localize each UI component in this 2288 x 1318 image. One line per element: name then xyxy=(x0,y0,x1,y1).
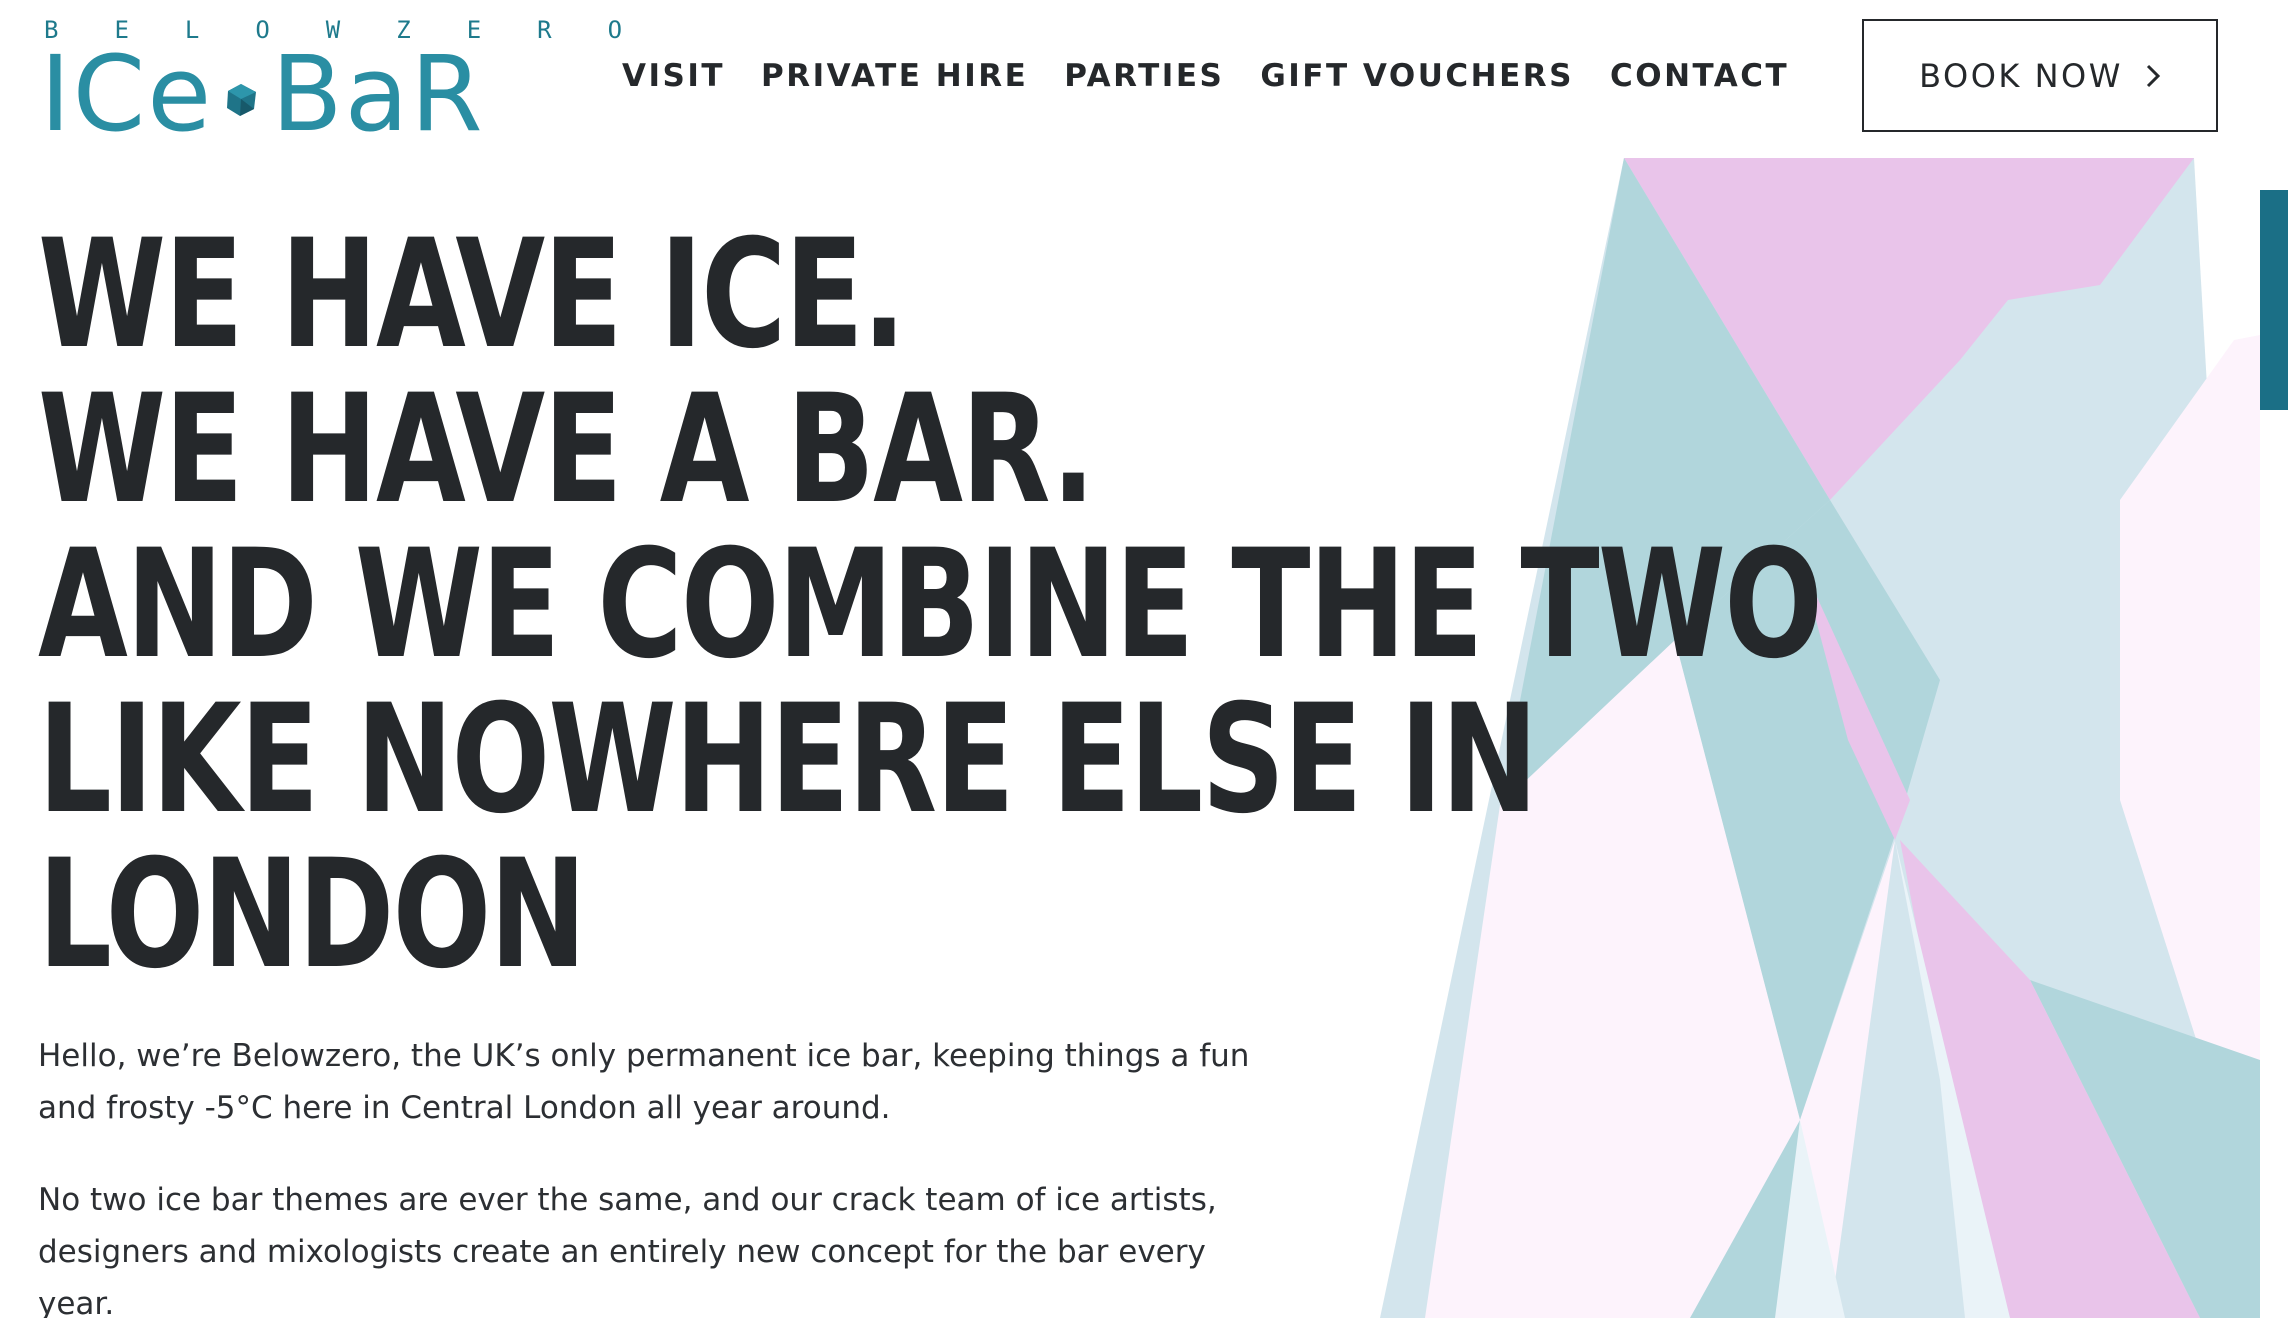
headline-line: WE HAVE A BAR. xyxy=(38,363,1095,537)
headline-line: LONDON xyxy=(38,828,587,1002)
nav-visit[interactable]: VISIT xyxy=(622,56,725,96)
logo-wordmark: ICe BaR xyxy=(40,42,485,146)
chevron-right-icon xyxy=(2146,64,2160,87)
nav-private-hire[interactable]: PRIVATE HIRE xyxy=(761,56,1028,96)
headline-line: LIKE NOWHERE ELSE IN xyxy=(38,673,1538,847)
book-now-button[interactable]: BOOK NOW xyxy=(1862,19,2218,132)
intro-paragraph: No two ice bar themes are ever the same,… xyxy=(38,1182,1217,1318)
headline-line: AND WE COMBINE THE TWO xyxy=(38,518,1823,692)
book-now-label: BOOK NOW xyxy=(1919,56,2123,95)
headline-line: WE HAVE ICE. xyxy=(38,208,906,382)
hero-headline: WE HAVE ICE. WE HAVE A BAR. AND WE COMBI… xyxy=(38,208,1823,1002)
nav-contact[interactable]: CONTACT xyxy=(1610,56,1789,96)
logo-link[interactable]: BELOWZERO ICe BaR xyxy=(40,16,622,146)
main-nav: VISIT PRIVATE HIRE PARTIES GIFT VOUCHERS… xyxy=(622,56,1789,96)
nav-gift-vouchers[interactable]: GIFT VOUCHERS xyxy=(1260,56,1574,96)
site-header: BELOWZERO ICe BaR VISIT PRIVATE HIRE PAR… xyxy=(0,0,2288,150)
nav-parties[interactable]: PARTIES xyxy=(1064,56,1224,96)
page: BELOWZERO ICe BaR VISIT PRIVATE HIRE PAR… xyxy=(0,0,2288,1318)
ice-cube-icon xyxy=(227,84,257,116)
side-scroll-tab[interactable] xyxy=(2260,190,2288,410)
intro-text: Hello, we’re Belowzero, the UK’s only pe… xyxy=(38,1030,1338,1318)
logo-word-ice: ICe xyxy=(40,33,214,155)
logo-word-bar: BaR xyxy=(271,33,485,155)
intro-paragraph: Hello, we’re Belowzero, the UK’s only pe… xyxy=(38,1038,1250,1126)
